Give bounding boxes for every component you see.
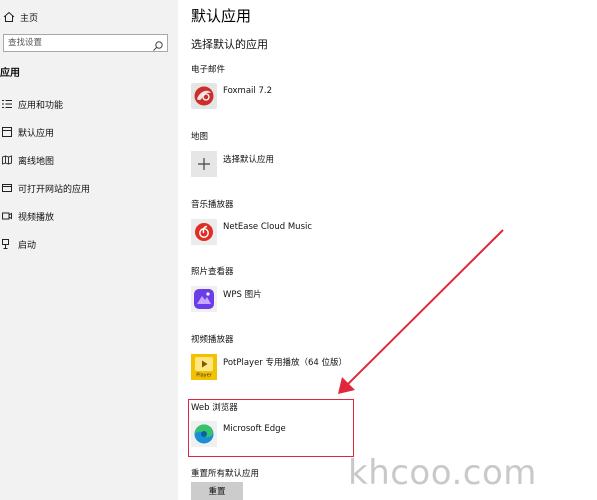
annotation-arrow: [338, 229, 504, 394]
watermark-text: khcoo.com: [348, 453, 537, 493]
